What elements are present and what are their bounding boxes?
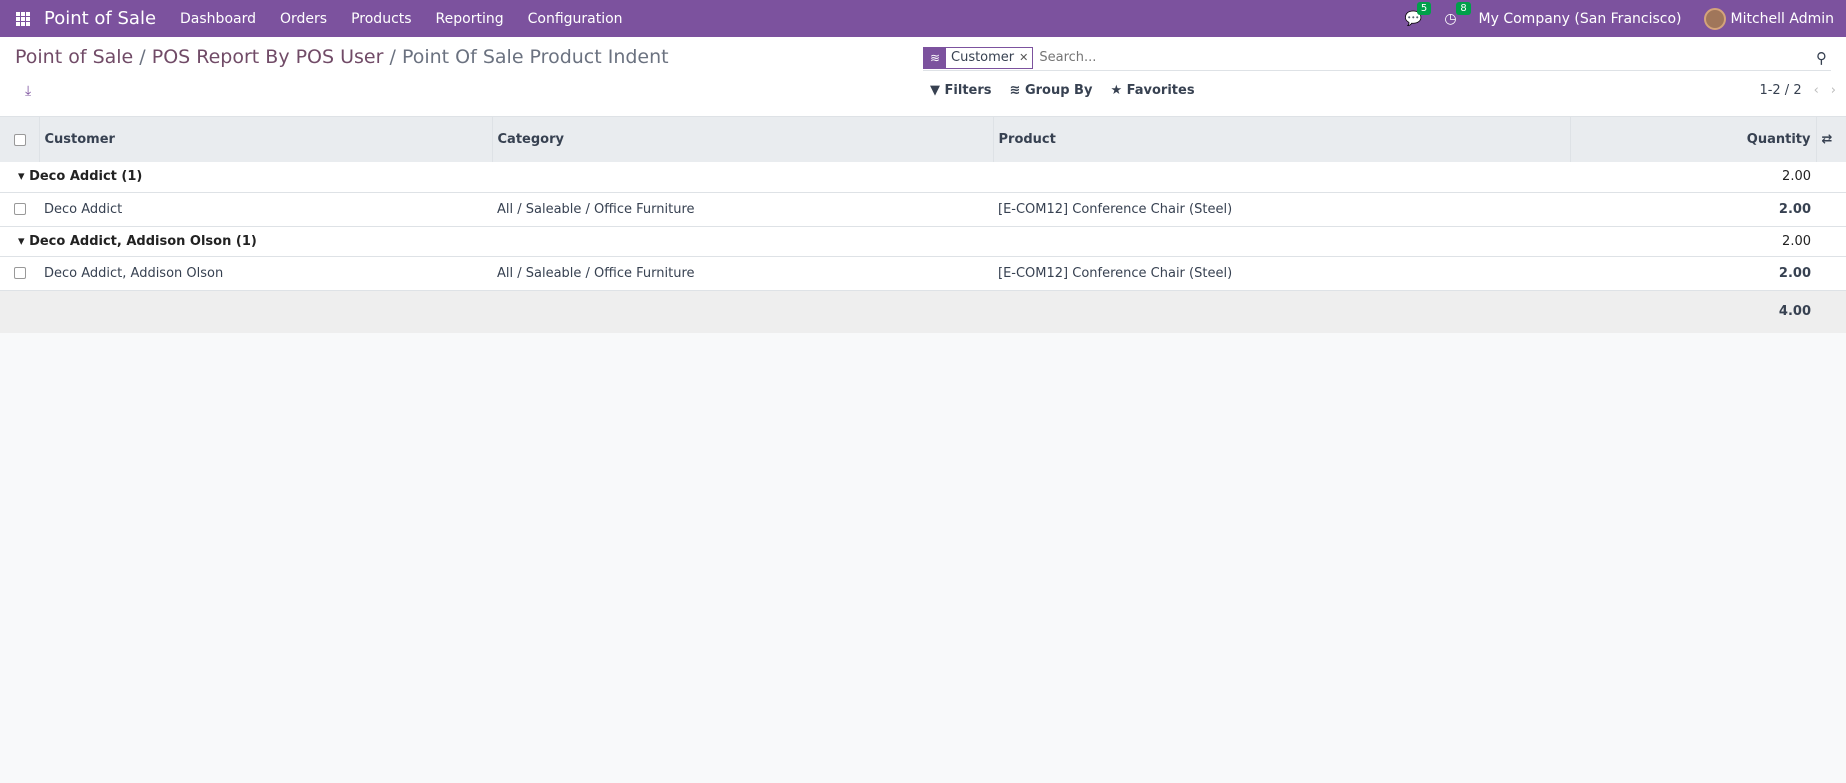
pager-value[interactable]: 1-2 / 2 — [1759, 83, 1801, 98]
filters-label: Filters — [944, 83, 992, 98]
user-name: Mitchell Admin — [1730, 10, 1835, 27]
search-icon[interactable]: ⚲ — [1816, 49, 1827, 67]
star-icon: ★ — [1110, 83, 1123, 98]
cell-category: All / Saleable / Office Furniture — [492, 192, 993, 227]
activities-button[interactable]: ◷ 8 — [1444, 1, 1471, 27]
header-quantity[interactable]: Quantity — [1570, 117, 1817, 162]
remove-facet-icon[interactable]: ✕ — [1019, 51, 1032, 64]
favorites-button[interactable]: ★ Favorites — [1110, 83, 1194, 98]
cell-customer: Deco Addict, Addison Olson — [39, 256, 492, 291]
group-total: 2.00 — [1570, 162, 1816, 193]
group-total: 2.00 — [1570, 226, 1816, 257]
clock-icon: ◷ — [1444, 10, 1457, 27]
search-input[interactable] — [1039, 50, 1816, 65]
company-switcher[interactable]: My Company (San Francisco) — [1479, 11, 1682, 27]
caret-down-icon: ▾ — [18, 233, 25, 249]
select-all[interactable] — [0, 117, 40, 162]
breadcrumb-pos-report[interactable]: POS Report By POS User — [152, 46, 384, 68]
menu-reporting[interactable]: Reporting — [436, 11, 504, 27]
cell-quantity: 2.00 — [1570, 256, 1816, 291]
list-view: Customer Category Product Quantity ⇄ ▾ D… — [0, 117, 1846, 333]
breadcrumb: Point of Sale / POS Report By POS User /… — [15, 46, 669, 68]
totals-row: 4.00 — [0, 290, 1846, 333]
menu-products[interactable]: Products — [351, 11, 411, 27]
group-row[interactable]: ▾ Deco Addict, Addison Olson (1) 2.00 — [0, 226, 1846, 257]
chevron-left-icon[interactable]: ‹ — [1814, 83, 1819, 98]
row-checkbox[interactable] — [14, 267, 26, 279]
layers-icon: ≋ — [1009, 83, 1021, 98]
favorites-label: Favorites — [1126, 83, 1195, 98]
cell-quantity: 2.00 — [1570, 192, 1816, 227]
select-all-checkbox[interactable] — [14, 133, 26, 146]
chevron-right-icon[interactable]: › — [1831, 83, 1836, 98]
table-row[interactable]: Deco Addict, Addison Olson All / Saleabl… — [0, 256, 1846, 291]
download-icon[interactable]: ⤓ — [25, 83, 31, 99]
group-label: Deco Addict (1) — [29, 169, 143, 185]
cell-customer: Deco Addict — [39, 192, 492, 227]
row-checkbox[interactable] — [14, 203, 26, 215]
menu-configuration[interactable]: Configuration — [528, 11, 623, 27]
messages-button[interactable]: 💬 5 — [1405, 1, 1432, 27]
activities-badge: 8 — [1456, 1, 1471, 15]
user-menu[interactable]: Mitchell Admin — [1703, 7, 1835, 30]
search-bar: ≋ Customer ✕ ⚲ — [923, 45, 1831, 71]
app-title[interactable]: Point of Sale — [44, 8, 156, 29]
cell-category: All / Saleable / Office Furniture — [492, 256, 993, 291]
breadcrumb-point-of-sale[interactable]: Point of Sale — [15, 46, 133, 68]
menu-orders[interactable]: Orders — [280, 11, 327, 27]
cell-product: [E-COM12] Conference Chair (Steel) — [993, 192, 1570, 227]
header-product[interactable]: Product — [993, 117, 1571, 162]
top-navbar: Point of Sale Dashboard Orders Products … — [0, 0, 1846, 37]
header-customer[interactable]: Customer — [39, 117, 493, 162]
group-label: Deco Addict, Addison Olson (1) — [29, 233, 257, 249]
control-panel: Point of Sale / POS Report By POS User /… — [0, 37, 1846, 117]
group-by-label: Group By — [1024, 83, 1093, 98]
filter-icon: ▼ — [930, 83, 940, 98]
cell-product: [E-COM12] Conference Chair (Steel) — [993, 256, 1570, 291]
group-by-button[interactable]: ≋ Group By — [1010, 83, 1093, 98]
apps-menu-icon[interactable] — [16, 11, 30, 26]
menu-dashboard[interactable]: Dashboard — [180, 11, 256, 27]
pager: 1-2 / 2 ‹ › — [1759, 83, 1836, 98]
avatar — [1703, 7, 1726, 30]
grand-total: 4.00 — [1570, 290, 1816, 333]
layers-icon: ≋ — [924, 47, 946, 68]
groupby-facet: ≋ Customer ✕ — [923, 46, 1034, 69]
table-row[interactable]: Deco Addict All / Saleable / Office Furn… — [0, 192, 1846, 227]
optional-columns-icon[interactable]: ⇄ — [1816, 117, 1846, 162]
filters-button[interactable]: ▼ Filters — [930, 83, 992, 98]
header-category[interactable]: Category — [492, 117, 994, 162]
caret-down-icon: ▾ — [18, 169, 25, 185]
page-title: Point Of Sale Product Indent — [401, 46, 669, 68]
facet-label: Customer — [951, 50, 1015, 65]
messages-badge: 5 — [1416, 1, 1432, 15]
group-row[interactable]: ▾ Deco Addict (1) 2.00 — [0, 162, 1846, 193]
